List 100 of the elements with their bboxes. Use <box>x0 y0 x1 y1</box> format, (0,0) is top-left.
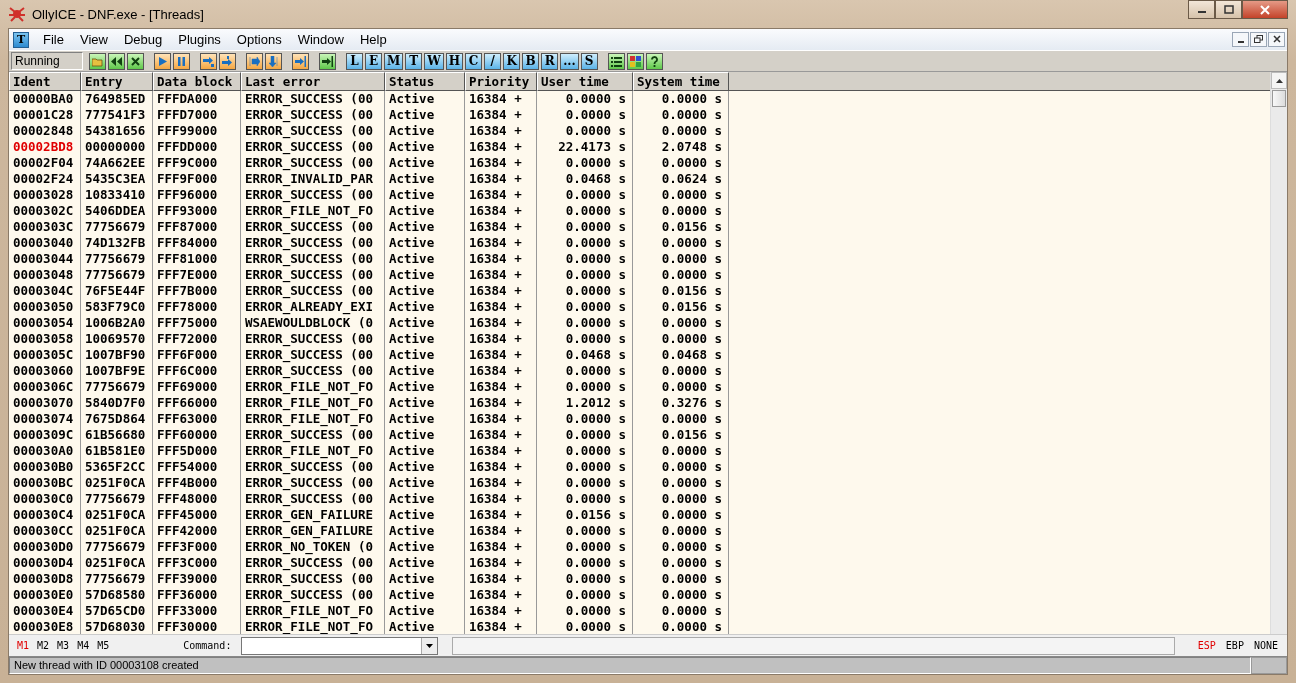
table-cell: 000030B0 <box>9 459 81 475</box>
run-button[interactable] <box>154 52 171 70</box>
menu-item[interactable]: View <box>71 30 116 49</box>
trace-over-button[interactable] <box>265 52 282 70</box>
table-cell: 000030CC <box>9 523 81 539</box>
list-button[interactable] <box>607 52 625 70</box>
table-cell: FFF6F000 <box>153 347 241 363</box>
minimize-icon <box>1237 41 1244 43</box>
go-to-button[interactable] <box>319 52 336 70</box>
menu-item[interactable]: Window <box>289 30 352 49</box>
table-cell: 16384 + <box>465 507 537 523</box>
table-cell: ERROR_FILE_NOT_FO <box>241 443 385 459</box>
table-cell: 10069570 <box>81 331 153 347</box>
register-toggle[interactable]: ESP <box>1192 640 1221 651</box>
pause-button[interactable] <box>173 52 190 70</box>
minimize-button[interactable] <box>1188 0 1215 19</box>
table-cell: 0.0000 s <box>633 571 729 587</box>
memory-tab[interactable]: M2 <box>33 640 54 651</box>
table-cell: 0.0000 s <box>537 523 633 539</box>
window-toolbar-button[interactable]: K <box>503 52 521 70</box>
step-into-button[interactable] <box>200 52 217 70</box>
table-cell: 0.0000 s <box>537 91 633 107</box>
column-header[interactable]: Entry <box>81 72 153 91</box>
window-toolbar-button[interactable]: B <box>522 52 540 70</box>
table-cell: 0.0000 s <box>633 331 729 347</box>
window-toolbar-button[interactable]: / <box>484 52 502 70</box>
command-field[interactable] <box>241 636 439 655</box>
step-arrow-icon <box>203 55 214 67</box>
table-cell: 77756679 <box>81 491 153 507</box>
table-cell: 0.0000 s <box>633 555 729 571</box>
maximize-icon <box>1223 5 1234 14</box>
window-toolbar-button[interactable]: H <box>445 52 464 70</box>
window-toolbar-button[interactable]: M <box>384 52 404 70</box>
memory-tab[interactable]: M3 <box>53 640 74 651</box>
column-header[interactable]: System time <box>633 72 729 91</box>
menu-item[interactable]: Options <box>228 30 290 49</box>
menu-item[interactable]: Help <box>351 30 395 49</box>
scroll-up-button[interactable] <box>1271 72 1287 89</box>
help-button[interactable] <box>645 52 663 70</box>
restart-button[interactable] <box>108 52 125 70</box>
window-toolbar-button[interactable]: C <box>465 52 483 70</box>
menu-item[interactable]: Debug <box>115 30 171 49</box>
close-button[interactable] <box>1242 0 1288 19</box>
restore-icon <box>1254 35 1263 43</box>
table-cell: 57D65CD0 <box>81 603 153 619</box>
column-header[interactable]: Status <box>385 72 465 91</box>
open-button[interactable] <box>89 52 106 70</box>
table-cell: 00000BA0 <box>9 91 81 107</box>
table-cell: 0.0000 s <box>537 235 633 251</box>
memory-tab[interactable]: M4 <box>73 640 94 651</box>
table-cell: ERROR_SUCCESS (00 <box>241 347 385 363</box>
window-toolbar-button[interactable]: E <box>365 52 382 70</box>
table-cell: FFFDD000 <box>153 139 241 155</box>
table-cell: 16384 + <box>465 379 537 395</box>
table-cell: ERROR_SUCCESS (00 <box>241 155 385 171</box>
table-cell: FFF69000 <box>153 379 241 395</box>
step-over-button[interactable] <box>219 52 236 70</box>
table-cell: Active <box>385 203 465 219</box>
menu-item[interactable]: Plugins <box>170 30 229 49</box>
table-cell: 16384 + <box>465 107 537 123</box>
colors-button[interactable] <box>626 52 644 70</box>
table-cell: 77756679 <box>81 539 153 555</box>
register-toggle[interactable]: NONE <box>1248 640 1283 651</box>
table-cell: 000030D0 <box>9 539 81 555</box>
maximize-button[interactable] <box>1215 0 1242 19</box>
column-header[interactable]: Data block <box>153 72 241 91</box>
register-toggle[interactable]: EBP <box>1220 640 1249 651</box>
window-toolbar-button[interactable]: L <box>346 52 363 70</box>
table-cell: 0000305C <box>9 347 81 363</box>
window-toolbar-button[interactable]: T <box>405 52 423 70</box>
window-icon[interactable]: T <box>13 31 29 48</box>
table-cell: WSAEWOULDBLOCK (0 <box>241 315 385 331</box>
table-cell: 000030D8 <box>9 571 81 587</box>
close-icon <box>1272 35 1281 43</box>
trace-into-button[interactable] <box>246 52 263 70</box>
table-cell: FFF9F000 <box>153 171 241 187</box>
table-cell: FFF7B000 <box>153 283 241 299</box>
table-cell: ERROR_SUCCESS (00 <box>241 139 385 155</box>
table-cell: FFF75000 <box>153 315 241 331</box>
close-program-button[interactable] <box>127 52 144 70</box>
close-button[interactable] <box>1268 32 1285 47</box>
memory-tab[interactable]: M5 <box>93 640 114 651</box>
window-toolbar-button[interactable]: ... <box>560 52 579 70</box>
execute-till-return-button[interactable] <box>292 52 309 70</box>
column-header[interactable]: User time <box>537 72 633 91</box>
scrollbar-thumb[interactable] <box>1272 90 1286 107</box>
table-cell: ERROR_SUCCESS (00 <box>241 459 385 475</box>
minimize-button[interactable] <box>1232 32 1249 47</box>
window-toolbar-button[interactable]: R <box>541 52 559 70</box>
window-toolbar-button[interactable]: S <box>580 52 598 70</box>
column-header[interactable]: Last error <box>241 72 385 91</box>
table-cell: 0.0000 s <box>537 539 633 555</box>
memory-tab[interactable]: M1 <box>13 640 34 651</box>
folder-icon <box>92 55 103 67</box>
table-cell: 77756679 <box>81 251 153 267</box>
menu-item[interactable]: File <box>35 30 72 49</box>
column-header[interactable]: Ident <box>9 72 81 91</box>
column-header[interactable]: Priority <box>465 72 537 91</box>
restore-button[interactable] <box>1250 32 1267 47</box>
window-toolbar-button[interactable]: W <box>424 52 444 70</box>
